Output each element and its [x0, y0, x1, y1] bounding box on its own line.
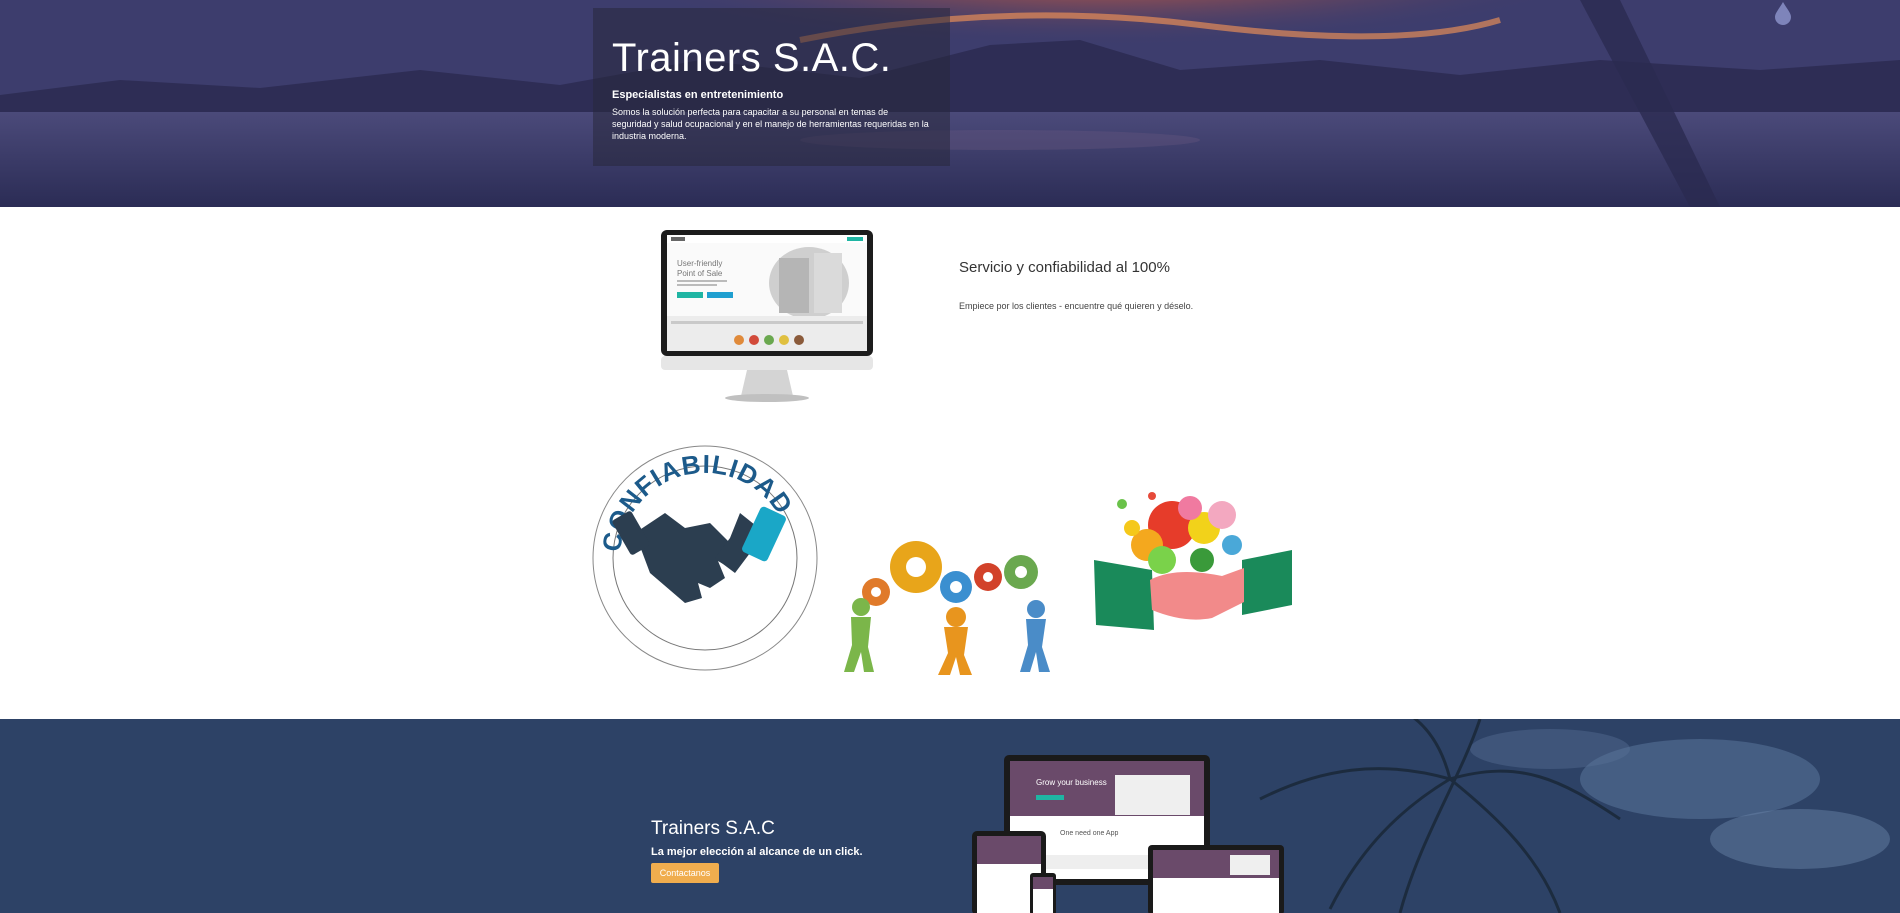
- colorful-handshake-image: [1094, 492, 1292, 630]
- monitor-heading-1: User-friendly: [677, 259, 722, 268]
- feature-heading: Servicio y confiabilidad al 100%: [959, 259, 1170, 276]
- hero-description: Somos la solución perfecta para capacita…: [612, 107, 929, 141]
- hero-section: Trainers S.A.C. Especialistas en entrete…: [0, 0, 1900, 207]
- drop-icon: [1775, 2, 1791, 25]
- hero-background-image: [0, 0, 1900, 207]
- devices-screen-text: Grow your business: [1036, 778, 1107, 787]
- responsive-devices-image: Grow your business One need one App: [972, 755, 1284, 913]
- monitor-heading-2: Point of Sale: [677, 269, 723, 278]
- devices-screen-text-2: One need one App: [1060, 830, 1118, 837]
- gears-teamwork-image: [844, 541, 1050, 675]
- monitor-image: User-friendly Point of Sale: [661, 230, 873, 402]
- contact-button[interactable]: Contactanos: [651, 863, 719, 883]
- hero-subtitle: Especialistas en entretenimiento: [612, 89, 784, 101]
- gears-icon: [862, 541, 1038, 606]
- cta-background-image: [0, 719, 1900, 913]
- confiabilidad-handshake-image: CONFIABILIDAD: [592, 445, 818, 671]
- hero-text-box: Trainers S.A.C. Especialistas en entrete…: [593, 8, 950, 166]
- cta-title: Trainers S.A.C: [651, 818, 775, 839]
- cta-subtitle: La mejor elección al alcance de un click…: [651, 846, 863, 858]
- cta-section: Trainers S.A.C La mejor elección al alca…: [0, 719, 1900, 913]
- feature-text: Empiece por los clientes - encuentre qué…: [959, 301, 1194, 311]
- hero-title: Trainers S.A.C.: [612, 36, 892, 80]
- people-figures: [844, 598, 1050, 675]
